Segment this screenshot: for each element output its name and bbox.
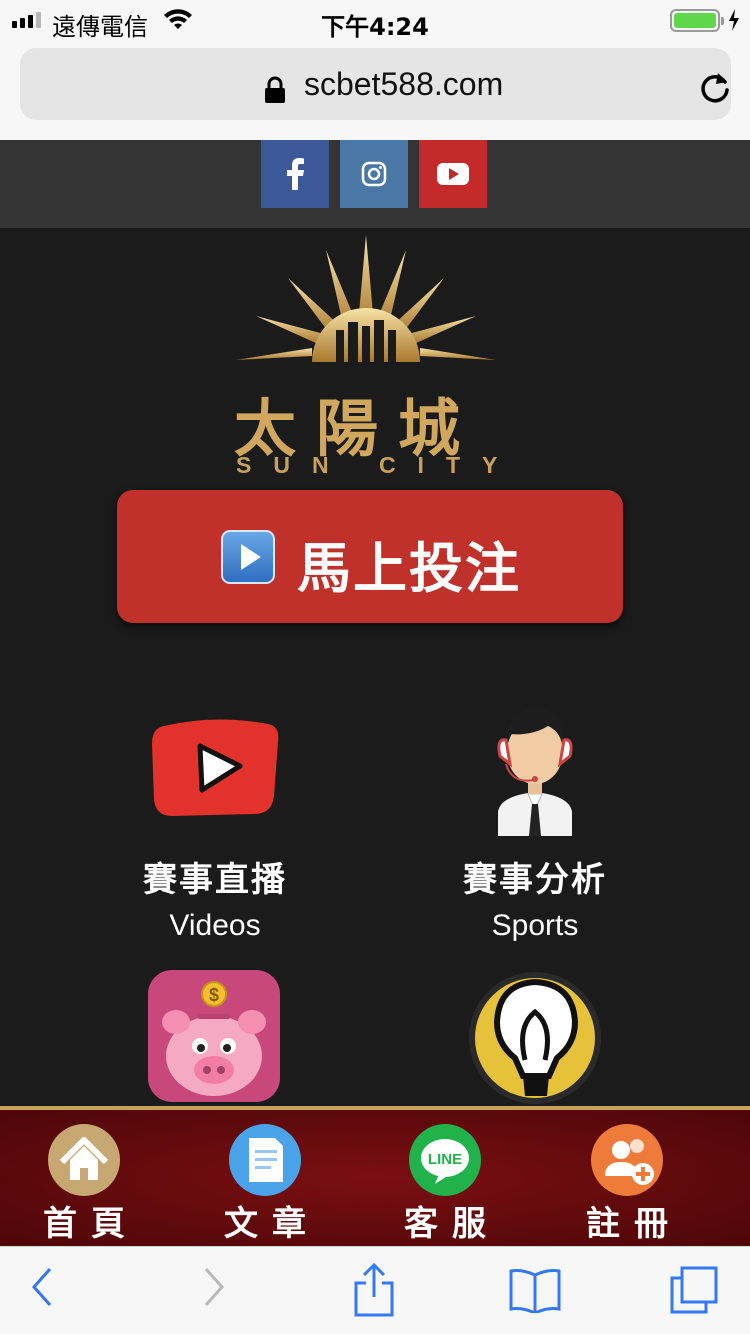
live-videos-title: 賽事直播 <box>143 860 287 900</box>
charging-icon <box>729 9 739 31</box>
tab-register[interactable]: 註冊 <box>567 1124 687 1245</box>
clock: 下午4:24 <box>321 13 429 41</box>
tabs-icon[interactable] <box>668 1265 720 1315</box>
customer-agent-icon[interactable] <box>488 700 582 836</box>
line-icon-text: LINE <box>428 1151 462 1168</box>
instagram-button[interactable] <box>340 140 408 208</box>
line-icon: LINE <box>409 1124 481 1196</box>
battery-icon <box>670 9 724 32</box>
address-bar[interactable]: scbet588.com <box>20 48 731 120</box>
lock-icon <box>265 76 285 103</box>
browser-header: scbet588.com <box>0 40 750 140</box>
video-play-icon[interactable] <box>150 716 280 820</box>
facebook-button[interactable] <box>261 140 329 208</box>
document-icon <box>229 1124 301 1196</box>
sports-analysis-subtitle: Sports <box>491 909 579 942</box>
tab-home-label: 首頁 <box>43 1204 139 1244</box>
live-videos-subtitle: Videos <box>169 909 261 942</box>
home-icon <box>48 1124 120 1196</box>
bookmarks-icon[interactable] <box>508 1267 562 1313</box>
facebook-icon <box>287 158 304 190</box>
forward-icon[interactable] <box>200 1265 226 1309</box>
sports-analysis-title: 賽事分析 <box>463 860 607 900</box>
svg-text:$: $ <box>209 985 219 1005</box>
browser-toolbar <box>0 1246 750 1334</box>
social-bar <box>0 140 750 228</box>
tab-articles-label: 文章 <box>224 1204 320 1244</box>
bet-now-label: 馬上投注 <box>297 537 521 600</box>
tab-support[interactable]: LINE 客服 <box>385 1124 505 1245</box>
sports-analysis-tile[interactable]: 賽事分析 Sports <box>415 852 655 943</box>
tab-articles[interactable]: 文章 <box>205 1124 325 1245</box>
tab-register-label: 註冊 <box>586 1204 682 1244</box>
youtube-button[interactable] <box>419 140 487 208</box>
lightbulb-icon[interactable] <box>465 970 605 1106</box>
instagram-icon <box>361 161 387 187</box>
piggy-bank-icon[interactable]: $ <box>148 970 280 1102</box>
bottom-tab-bar: 首頁 文章 LINE 客服 註冊 <box>0 1106 750 1246</box>
status-bar: 遠傳電信 下午4:24 <box>0 0 750 41</box>
play-icon <box>221 530 275 584</box>
tab-home[interactable]: 首頁 <box>24 1124 144 1245</box>
bet-now-button[interactable]: 馬上投注 <box>117 490 623 623</box>
url-text: scbet588.com <box>304 66 504 102</box>
tab-support-label: 客服 <box>404 1204 500 1244</box>
reload-icon[interactable] <box>698 70 732 104</box>
youtube-icon <box>437 163 469 185</box>
back-icon[interactable] <box>30 1265 56 1309</box>
logo-english-text: SUN CITY <box>236 452 520 478</box>
add-user-icon <box>591 1124 663 1196</box>
share-icon[interactable] <box>352 1261 396 1317</box>
live-videos-tile[interactable]: 賽事直播 Videos <box>95 852 335 943</box>
